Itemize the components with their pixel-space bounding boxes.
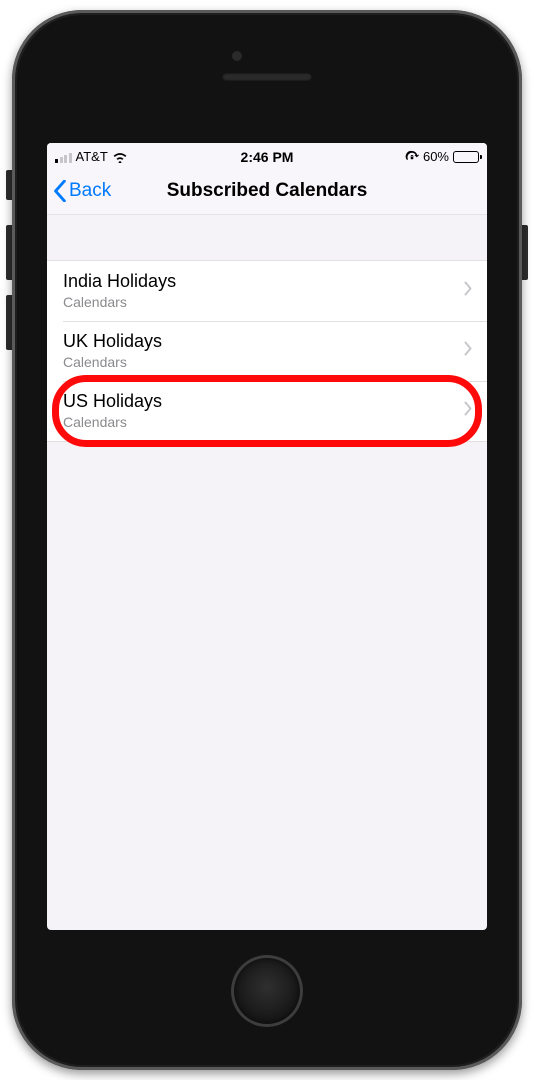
calendar-row-uk-holidays[interactable]: UK Holidays Calendars [47,321,487,381]
page-title: Subscribed Calendars [47,180,487,202]
calendar-row-us-holidays[interactable]: US Holidays Calendars [47,381,487,441]
home-button[interactable] [231,955,303,1027]
row-title: US Holidays [63,390,453,413]
navigation-bar: Back Subscribed Calendars [47,167,487,215]
row-title: UK Holidays [63,330,453,353]
chevron-left-icon [53,180,67,202]
cellular-signal-icon [55,151,72,163]
back-label: Back [69,180,111,202]
battery-percent-label: 60% [423,149,449,164]
rotation-lock-icon [405,150,419,164]
carrier-label: AT&T [76,149,108,164]
row-title: India Holidays [63,270,453,293]
power-button[interactable] [522,225,528,280]
row-subtitle: Calendars [63,414,453,431]
top-sensors [17,73,517,81]
row-subtitle: Calendars [63,294,453,311]
phone-bezel: AT&T 2:46 PM 60% [17,15,517,1065]
chevron-right-icon [464,342,473,361]
screen: AT&T 2:46 PM 60% [47,143,487,930]
chevron-right-icon [464,402,473,421]
wifi-icon [112,151,128,163]
row-subtitle: Calendars [63,354,453,371]
calendar-row-india-holidays[interactable]: India Holidays Calendars [47,261,487,321]
phone-frame: AT&T 2:46 PM 60% [12,10,522,1070]
chevron-right-icon [464,282,473,301]
earpiece-speaker-icon [222,73,312,81]
front-camera-icon [232,51,242,61]
back-button[interactable]: Back [47,180,111,202]
battery-icon [453,151,479,163]
subscribed-calendars-list: India Holidays Calendars UK Holidays Cal… [47,261,487,442]
section-header-spacer [47,215,487,261]
status-bar: AT&T 2:46 PM 60% [47,143,487,167]
